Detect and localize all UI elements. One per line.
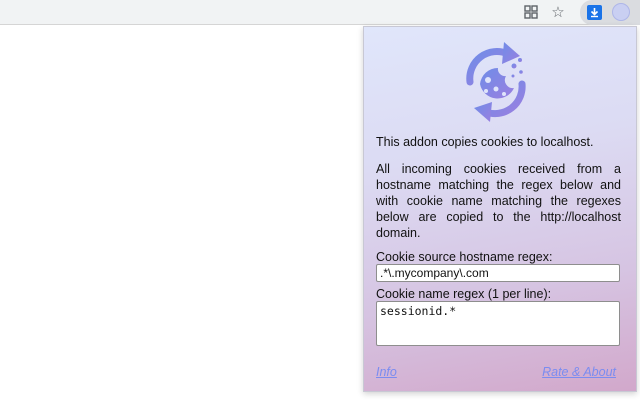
cookie-name-textarea[interactable]: sessionid.*: [376, 301, 620, 346]
intro-text: This addon copies cookies to localhost.: [376, 135, 594, 149]
rate-about-link[interactable]: Rate & About: [542, 365, 616, 379]
description-text: All incoming cookies received from a hos…: [376, 162, 621, 240]
cookie-sync-icon: [458, 36, 536, 122]
info-link[interactable]: Info: [376, 365, 397, 379]
cookie-name-label: Cookie name regex (1 per line):: [376, 287, 552, 301]
cookie-extension-icon[interactable]: [611, 2, 631, 22]
extensions-grid-icon[interactable]: [521, 2, 541, 22]
bookmark-star-icon[interactable]: ☆: [548, 2, 568, 22]
download-extension-icon[interactable]: [584, 2, 604, 22]
browser-toolbar: ☆: [0, 0, 640, 25]
extension-popup: This addon copies cookies to localhost. …: [363, 26, 637, 392]
source-hostname-label: Cookie source hostname regex:: [376, 250, 553, 264]
source-hostname-input[interactable]: [376, 264, 620, 282]
